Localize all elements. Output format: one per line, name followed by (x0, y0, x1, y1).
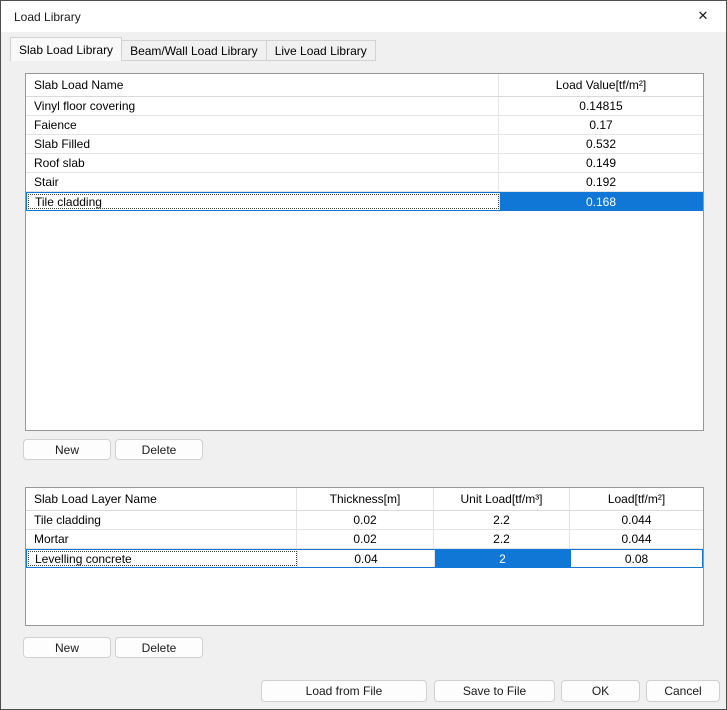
table-row[interactable]: Faience 0.17 (26, 116, 703, 135)
slab-name-cell[interactable]: Roof slab (26, 154, 499, 172)
layer-new-button[interactable]: New (23, 637, 111, 658)
column-header-load-value: Load Value[tf/m²] (499, 74, 703, 96)
layer-unit-load-cell[interactable]: 2.2 (434, 530, 570, 548)
layer-load-cell[interactable]: 0.08 (571, 550, 702, 567)
table-row-selected[interactable]: Tile cladding 0.168 (26, 192, 703, 211)
table-row[interactable]: Mortar 0.02 2.2 0.044 (26, 530, 703, 549)
table-row[interactable]: Tile cladding 0.02 2.2 0.044 (26, 511, 703, 530)
layer-delete-button[interactable]: Delete (115, 637, 203, 658)
slab-value-cell[interactable]: 0.14815 (499, 97, 703, 115)
close-icon: ✕ (698, 8, 709, 23)
slab-value-cell[interactable]: 0.149 (499, 154, 703, 172)
slab-new-button[interactable]: New (23, 439, 111, 460)
save-to-file-button[interactable]: Save to File (434, 680, 555, 702)
titlebar[interactable]: Load Library ✕ (1, 1, 726, 32)
layer-unit-load-cell[interactable]: 2 (435, 550, 571, 567)
layer-table-header-row: Slab Load Layer Name Thickness[m] Unit L… (26, 488, 703, 511)
table-row-selected[interactable]: Levelling concrete 0.04 2 0.08 (26, 549, 703, 568)
slab-value-cell[interactable]: 0.17 (499, 116, 703, 134)
slab-name-cell[interactable]: Vinyl floor covering (26, 97, 499, 115)
slab-name-cell[interactable]: Stair (26, 173, 499, 191)
slab-delete-button[interactable]: Delete (115, 439, 203, 460)
load-from-file-button[interactable]: Load from File (261, 680, 427, 702)
layer-name-cell[interactable]: Tile cladding (26, 511, 297, 529)
layer-load-cell[interactable]: 0.044 (570, 530, 703, 548)
load-library-dialog: Load Library ✕ Slab Load Library Beam/Wa… (0, 0, 727, 710)
slab-name-cell[interactable]: Slab Filled (26, 135, 499, 153)
slab-table-header-row: Slab Load Name Load Value[tf/m²] (26, 74, 703, 97)
layer-load-cell[interactable]: 0.044 (570, 511, 703, 529)
table-row[interactable]: Slab Filled 0.532 (26, 135, 703, 154)
slab-value-cell[interactable]: 0.168 (500, 193, 702, 210)
tab-beam-wall-load-library[interactable]: Beam/Wall Load Library (122, 40, 267, 61)
layer-unit-load-cell[interactable]: 2.2 (434, 511, 570, 529)
table-row[interactable]: Roof slab 0.149 (26, 154, 703, 173)
slab-value-cell[interactable]: 0.192 (499, 173, 703, 191)
tab-strip: Slab Load Library Beam/Wall Load Library… (10, 37, 376, 61)
layer-thickness-cell[interactable]: 0.02 (297, 511, 434, 529)
column-header-unit-load: Unit Load[tf/m³] (434, 488, 570, 510)
slab-name-cell[interactable]: Faience (26, 116, 499, 134)
cancel-button[interactable]: Cancel (646, 680, 720, 702)
table-row[interactable]: Stair 0.192 (26, 173, 703, 192)
layer-thickness-cell[interactable]: 0.04 (298, 550, 435, 567)
slab-load-table[interactable]: Slab Load Name Load Value[tf/m²] Vinyl f… (25, 73, 704, 431)
column-header-layer-name: Slab Load Layer Name (26, 488, 297, 510)
ok-button[interactable]: OK (561, 680, 640, 702)
column-header-load: Load[tf/m²] (570, 488, 703, 510)
slab-value-cell[interactable]: 0.532 (499, 135, 703, 153)
column-header-slab-load-name: Slab Load Name (26, 74, 499, 96)
column-header-thickness: Thickness[m] (297, 488, 434, 510)
slab-name-cell[interactable]: Tile cladding (27, 193, 500, 210)
tab-live-load-library[interactable]: Live Load Library (267, 40, 376, 61)
layer-thickness-cell[interactable]: 0.02 (297, 530, 434, 548)
table-row[interactable]: Vinyl floor covering 0.14815 (26, 97, 703, 116)
layer-name-cell[interactable]: Mortar (26, 530, 297, 548)
layer-name-cell[interactable]: Levelling concrete (27, 550, 298, 567)
window-title: Load Library (1, 10, 81, 24)
close-button[interactable]: ✕ (680, 1, 726, 31)
tab-slab-load-library[interactable]: Slab Load Library (10, 37, 122, 61)
slab-load-layer-table[interactable]: Slab Load Layer Name Thickness[m] Unit L… (25, 487, 704, 626)
